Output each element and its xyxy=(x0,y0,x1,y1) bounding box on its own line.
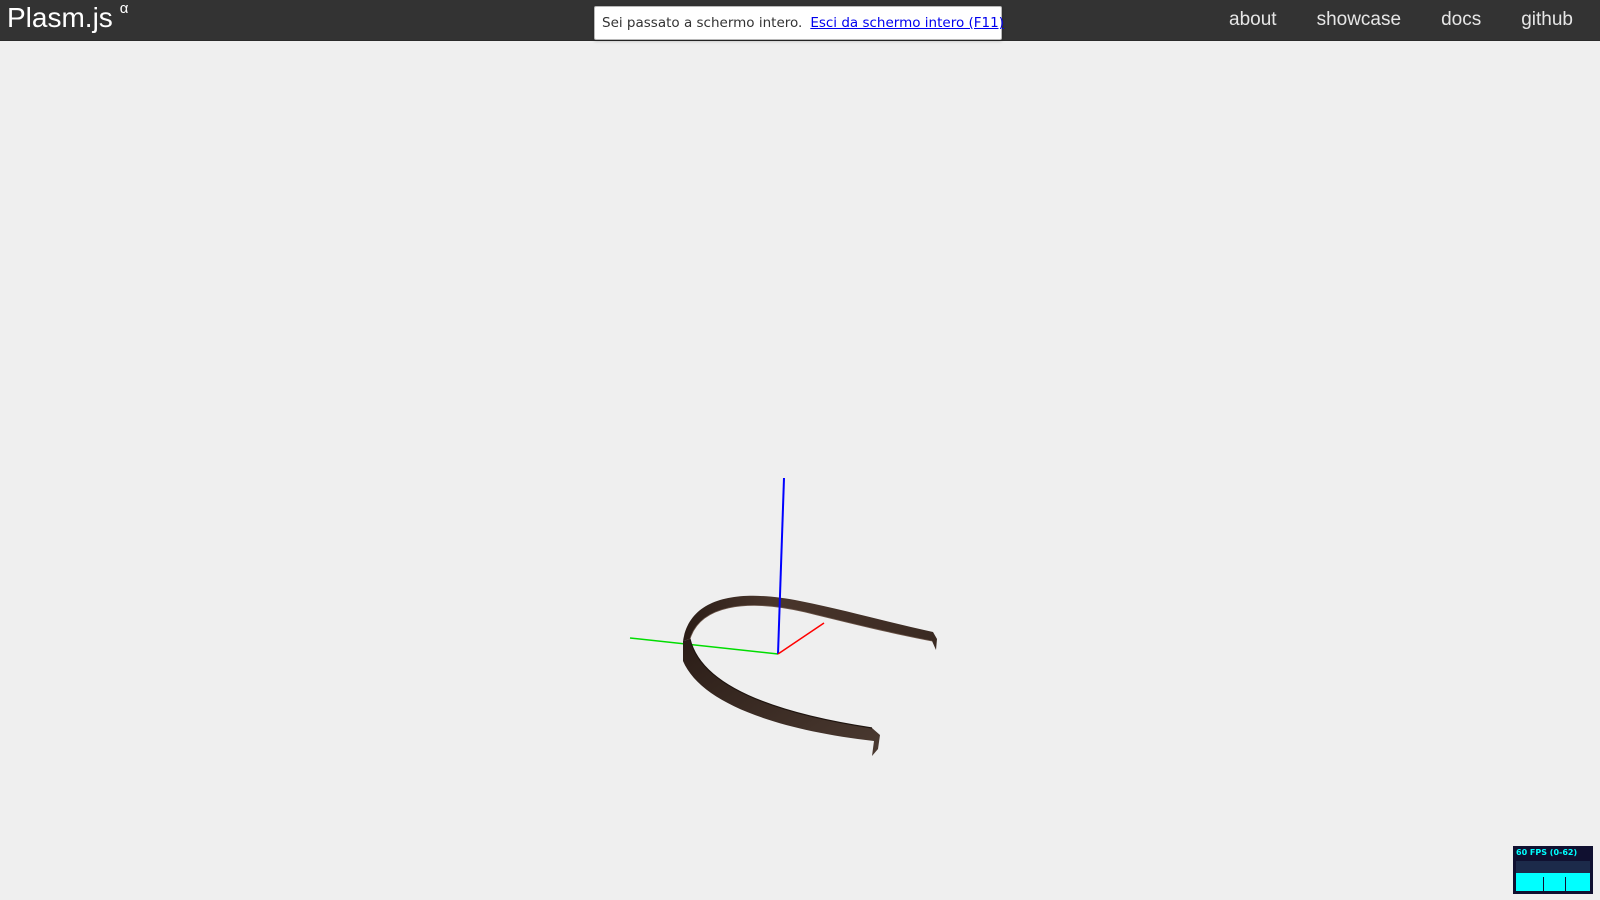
fps-graph-tick xyxy=(1543,877,1544,891)
main-nav: about showcase docs github xyxy=(1209,0,1600,40)
y-axis-line xyxy=(629,637,779,655)
fullscreen-notification: Sei passato a schermo intero. Esci da sc… xyxy=(594,6,1004,40)
fps-graph xyxy=(1516,861,1590,891)
exit-fullscreen-link[interactable]: Esci da schermo intero (F11) xyxy=(810,15,1004,31)
scene-svg xyxy=(629,477,937,756)
brand-logo[interactable]: Plasm.js α xyxy=(7,0,128,40)
brand-name: Plasm.js xyxy=(7,2,113,33)
nav-showcase-link[interactable]: showcase xyxy=(1297,0,1422,40)
brand-alpha-badge: α xyxy=(119,0,129,17)
nav-about-link[interactable]: about xyxy=(1209,0,1297,40)
x-axis-line xyxy=(777,622,825,655)
fps-label: 60 FPS (0-62) xyxy=(1516,848,1578,857)
3d-model-ribbon xyxy=(683,595,937,756)
fullscreen-message: Sei passato a schermo intero. xyxy=(602,15,803,31)
nav-github-link[interactable]: github xyxy=(1501,0,1600,40)
z-axis-line xyxy=(777,477,785,655)
fps-stats-meter[interactable]: 60 FPS (0-62) xyxy=(1513,846,1593,894)
fps-graph-tick xyxy=(1565,877,1566,891)
nav-docs-link[interactable]: docs xyxy=(1421,0,1501,40)
fps-graph-fill xyxy=(1516,873,1590,891)
3d-viewport-canvas[interactable] xyxy=(0,41,1600,900)
